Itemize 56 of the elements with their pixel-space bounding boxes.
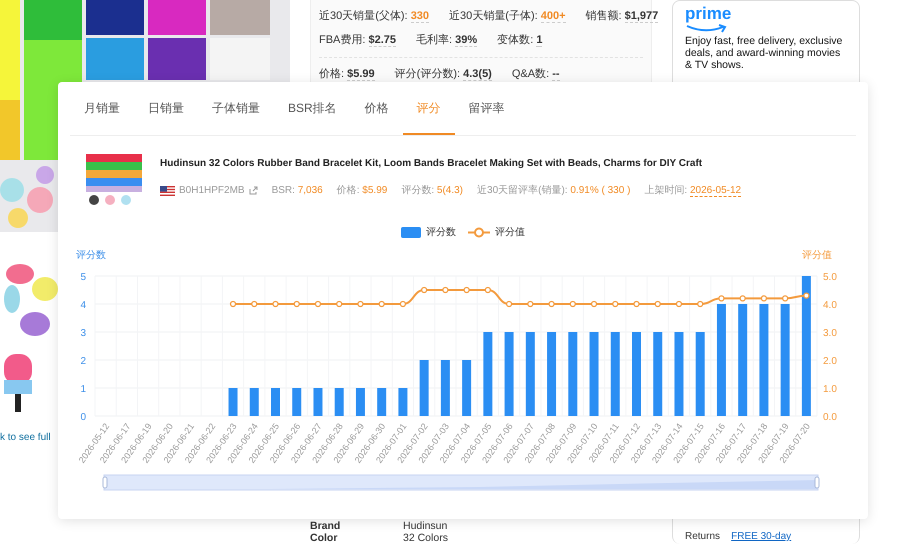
axis-tick-label: 2.0 xyxy=(823,356,837,367)
axis-tick-label: 5.0 xyxy=(823,272,837,283)
stat-label: 近30天销量(子体): xyxy=(449,10,538,22)
axis-tick-label: 1.0 xyxy=(823,384,837,395)
stat-value: 4.3(5) xyxy=(463,68,492,81)
returns-label: Returns xyxy=(685,531,720,542)
stat-value: 330 xyxy=(410,10,430,23)
stat-value: $1,977 xyxy=(624,10,658,23)
detail-value: Hudinsun xyxy=(403,520,448,532)
stat-label: Q&A数: xyxy=(512,68,550,80)
stat-value: 400+ xyxy=(540,10,566,23)
axis-tick-label: 4 xyxy=(80,300,86,311)
axis-tick-label: 2 xyxy=(80,356,86,367)
metric-value: 7,036 xyxy=(298,185,323,196)
prime-description: Enjoy fast, free delivery, exclusive deals, and award-winning movies & TV shows. xyxy=(685,35,844,71)
prime-logo: prime xyxy=(685,6,732,22)
chart-tab[interactable]: BSR排名 xyxy=(274,82,351,135)
stat-value: -- xyxy=(552,68,560,81)
stat-value: $5.99 xyxy=(347,68,375,81)
axis-tick-label: 5 xyxy=(80,272,86,283)
metric-label: 近30天留评率(销量): xyxy=(477,185,568,196)
legend-label: 评分数 xyxy=(426,226,456,240)
detail-label: Color xyxy=(310,532,338,544)
legend-label: 评分值 xyxy=(495,226,525,240)
metric-value: 0.91% ( 330 ) xyxy=(570,185,630,196)
caption-text: k to see full xyxy=(0,431,51,445)
stat-label: FBA费用: xyxy=(319,34,366,46)
axis-tick-label: 3.0 xyxy=(823,328,837,339)
stat-value: 39% xyxy=(455,34,478,47)
metric-value: $5.99 xyxy=(362,185,388,196)
axis-tick-label: 1 xyxy=(80,384,86,395)
detail-label: Brand xyxy=(310,520,342,532)
axis-title: 评分数 xyxy=(76,250,106,261)
chart-tab[interactable]: 留评率 xyxy=(454,82,519,135)
stat-label: 评分(评分数): xyxy=(394,68,460,80)
returns-link[interactable]: FREE 30-day xyxy=(731,531,792,542)
axis-title: 评分值 xyxy=(802,250,832,261)
axis-tick-label: 0.0 xyxy=(823,412,837,423)
metric-value: 2026-05-12 xyxy=(690,185,742,197)
axis-tick-label: 0 xyxy=(80,412,86,423)
metric-label: 评分数: xyxy=(401,185,434,196)
chart-tab[interactable]: 价格 xyxy=(350,82,403,135)
stat-label: 近30天销量(父体): xyxy=(319,10,408,22)
stat-label: 销售额: xyxy=(586,10,622,22)
stat-value: 1 xyxy=(536,34,542,47)
detail-value: 32 Colors xyxy=(403,532,448,544)
stat-label: 价格: xyxy=(319,68,344,80)
axis-tick-label: 4.0 xyxy=(823,300,837,311)
stat-label: 变体数: xyxy=(497,34,534,46)
stat-label: 毛利率: xyxy=(416,34,452,46)
metric-label: 上架时间: xyxy=(644,185,688,196)
metric-value: 5(4.3) xyxy=(436,185,464,196)
product-title: Hudinsun 32 Colors Rubber Band Bracelet Kit, Loom Bands Bracelet Making Set with Beads, Charms for DIY Craft xyxy=(160,157,704,171)
axis-tick-label: 3 xyxy=(80,328,86,339)
metric-label: 价格: xyxy=(336,185,360,196)
stat-value: $2.75 xyxy=(368,34,396,47)
